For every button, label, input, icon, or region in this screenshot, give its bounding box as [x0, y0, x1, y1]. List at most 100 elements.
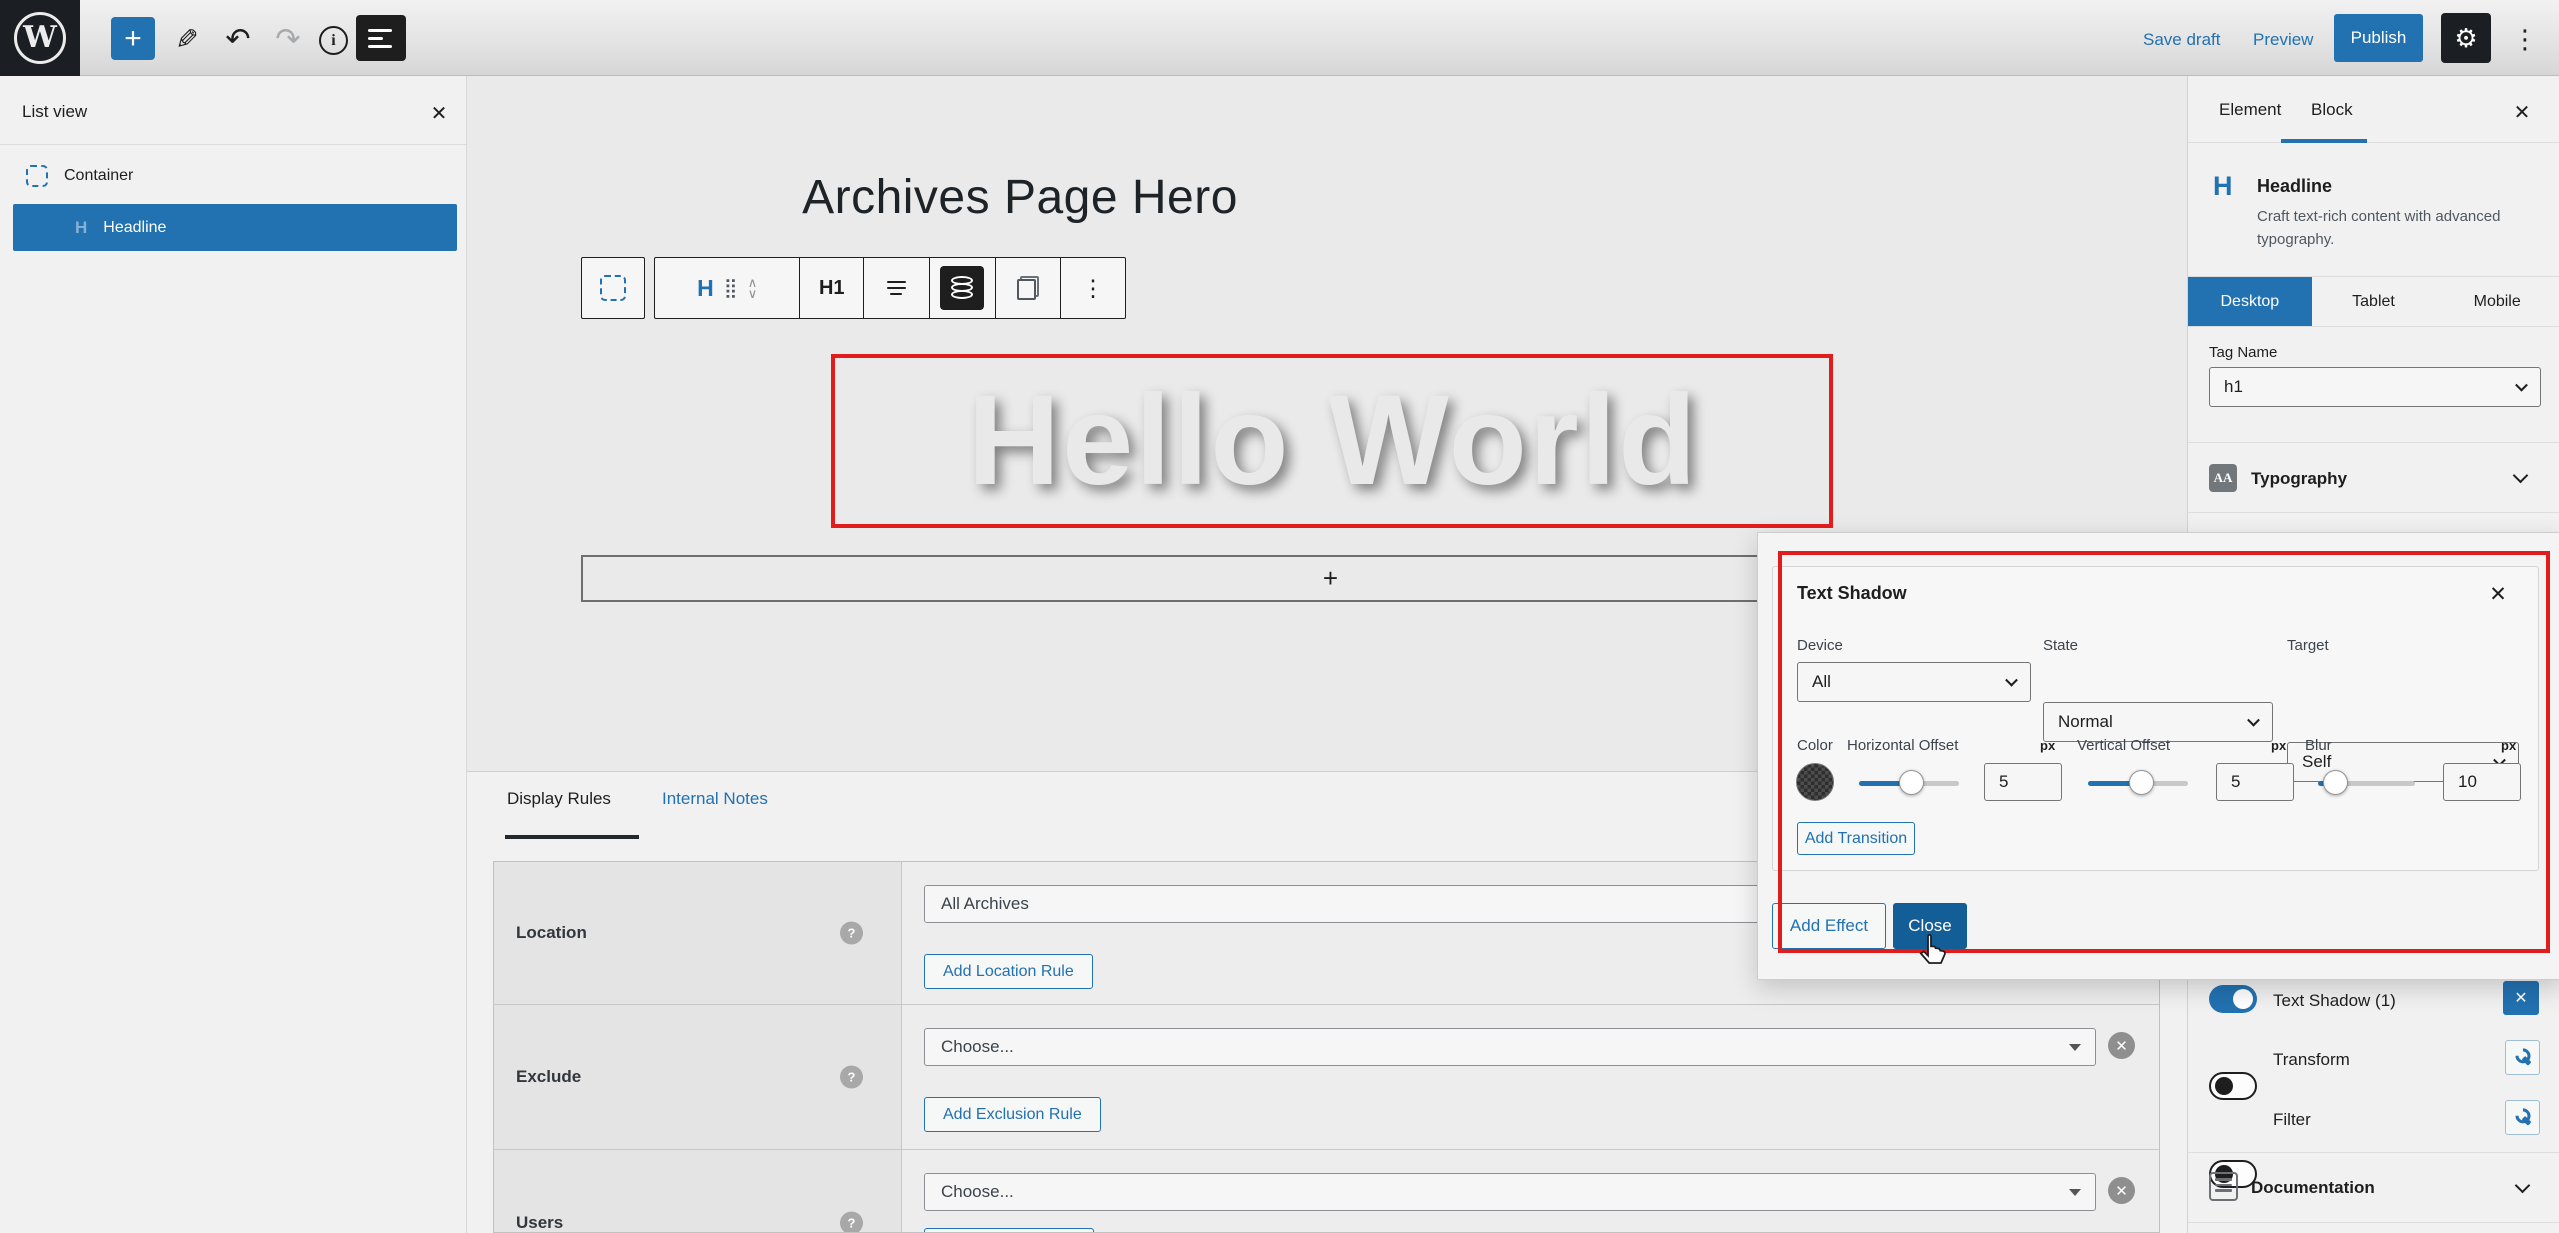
help-icon[interactable]: ? — [840, 922, 863, 945]
tools-button[interactable]: ✎ — [168, 20, 206, 58]
plus-icon: + — [124, 22, 142, 56]
move-down-icon[interactable]: ∨ — [748, 288, 758, 299]
list-view-item-headline-selected[interactable]: H Headline — [13, 204, 457, 251]
wordpress-logo-button[interactable]: W — [0, 0, 80, 76]
typography-label: Typography — [2251, 469, 2347, 489]
device-tabs: Desktop Tablet Mobile — [2188, 277, 2559, 327]
transform-effect-label: Transform — [2273, 1050, 2350, 1070]
wordpress-logo-icon: W — [14, 12, 66, 64]
slider-thumb[interactable] — [2323, 770, 2348, 795]
list-view-close-button[interactable]: ✕ — [424, 98, 454, 128]
state-select[interactable]: Normal — [2043, 702, 2273, 742]
tab-tablet[interactable]: Tablet — [2312, 277, 2436, 326]
filter-effect-label: Filter — [2273, 1110, 2311, 1130]
slider-thumb[interactable] — [2129, 770, 2154, 795]
list-view-header: List view ✕ — [0, 76, 466, 145]
publish-button[interactable]: Publish — [2334, 14, 2423, 62]
exclude-rule-row: Exclude ? Choose... ✕ Add Exclusion Rule — [494, 1005, 2159, 1150]
remove-text-shadow-button[interactable]: ✕ — [2503, 981, 2539, 1015]
device-label: Device — [1797, 637, 1843, 654]
clear-selection-icon[interactable]: ✕ — [2108, 1177, 2135, 1204]
block-title: Headline — [2257, 176, 2332, 197]
info-icon: i — [331, 32, 335, 50]
settings-button[interactable]: ⚙ — [2441, 13, 2491, 63]
editor-top-bar: W + ✎ ↶ ↷ i Save draft Preview Publish ⚙… — [0, 0, 2559, 76]
add-transition-button[interactable]: Add Transition — [1797, 822, 1915, 855]
help-icon[interactable]: ? — [840, 1211, 863, 1233]
details-button[interactable]: i — [319, 26, 348, 55]
device-select[interactable]: All — [1797, 662, 2031, 702]
horizontal-offset-input[interactable] — [1984, 763, 2062, 801]
sidebar-close-button[interactable]: ✕ — [2506, 96, 2538, 128]
blur-input[interactable] — [2443, 763, 2521, 801]
tab-desktop[interactable]: Desktop — [2188, 277, 2312, 326]
vertical-offset-slider[interactable] — [2088, 770, 2188, 796]
redo-button[interactable]: ↷ — [270, 21, 306, 57]
vertical-offset-input[interactable] — [2216, 763, 2294, 801]
blur-slider[interactable] — [2318, 770, 2415, 796]
popup-close-button[interactable]: ✕ — [2483, 579, 2513, 609]
block-switcher-drag-movers[interactable]: H ⣿ ∧∨ — [655, 258, 800, 318]
block-mover[interactable]: ∧∨ — [748, 277, 758, 299]
exclude-select[interactable]: Choose... — [924, 1028, 2096, 1066]
add-exclusion-rule-button[interactable]: Add Exclusion Rule — [924, 1097, 1101, 1132]
gear-icon: ⚙ — [2454, 23, 2477, 54]
tab-internal-notes[interactable]: Internal Notes — [662, 789, 768, 809]
dynamic-data-button[interactable] — [930, 258, 996, 318]
select-parent-block-button[interactable] — [581, 257, 645, 319]
slider-thumb[interactable] — [1899, 770, 1924, 795]
kebab-icon: ⋮ — [2512, 24, 2538, 55]
block-options-button[interactable]: ⋮ — [1061, 258, 1125, 318]
tab-element[interactable]: Element — [2219, 100, 2281, 120]
close-icon: ✕ — [2514, 988, 2527, 1008]
target-label: Target — [2287, 637, 2329, 654]
headline-block-text[interactable]: Hello World — [833, 352, 1833, 528]
documentation-icon — [2209, 1172, 2238, 1201]
tab-mobile[interactable]: Mobile — [2435, 277, 2559, 326]
users-rule-row: Users ? Choose... ✕ — [494, 1150, 2159, 1233]
close-icon: ✕ — [2514, 100, 2531, 125]
text-shadow-popup: Text Shadow ✕ Device All State Normal Ta… — [1757, 532, 2559, 980]
vertical-offset-label: Vertical Offset — [2077, 737, 2170, 754]
preview-button[interactable]: Preview — [2253, 30, 2313, 50]
pencil-icon: ✎ — [175, 23, 198, 56]
drag-handle-icon[interactable]: ⣿ — [724, 277, 738, 300]
heading-level-button[interactable]: H1 — [800, 258, 864, 318]
transform-settings-button[interactable] — [2505, 1040, 2540, 1075]
documentation-section-toggle[interactable] — [2209, 1172, 2238, 1201]
transform-toggle[interactable] — [2209, 1072, 2257, 1100]
redo-icon: ↷ — [275, 22, 300, 57]
headline-block-icon: H — [75, 218, 87, 238]
tab-display-rules[interactable]: Display Rules — [507, 789, 611, 809]
text-shadow-effect-card: Text Shadow ✕ Device All State Normal Ta… — [1772, 566, 2539, 871]
clear-selection-icon[interactable]: ✕ — [2108, 1032, 2135, 1059]
save-draft-button[interactable]: Save draft — [2143, 30, 2221, 50]
add-user-rule-button-clipped[interactable] — [924, 1228, 1094, 1233]
tag-name-select[interactable]: h1 — [2209, 367, 2541, 407]
filter-settings-button[interactable] — [2505, 1100, 2540, 1135]
add-location-rule-button[interactable]: Add Location Rule — [924, 954, 1093, 989]
duplicate-button[interactable] — [996, 258, 1062, 318]
list-view-item-container[interactable]: Container — [0, 152, 467, 200]
tab-block[interactable]: Block — [2311, 100, 2353, 120]
list-view-toggle-button[interactable] — [356, 15, 406, 61]
active-tab-underline — [505, 835, 639, 839]
alignment-button[interactable] — [864, 258, 930, 318]
horizontal-offset-slider[interactable] — [1859, 770, 1959, 796]
post-title[interactable]: Archives Page Hero — [720, 170, 1320, 225]
block-inserter-button[interactable]: + — [111, 17, 155, 60]
list-view-icon — [368, 29, 392, 32]
text-shadow-toggle[interactable] — [2209, 985, 2257, 1013]
undo-button[interactable]: ↶ — [220, 21, 256, 57]
dropdown-caret-icon — [2069, 1044, 2081, 1051]
users-select[interactable]: Choose... — [924, 1173, 2096, 1211]
help-icon[interactable]: ? — [840, 1066, 863, 1089]
close-button[interactable]: Close — [1893, 903, 1967, 949]
shadow-color-swatch[interactable] — [1796, 763, 1834, 801]
add-effect-button[interactable]: Add Effect — [1772, 903, 1886, 949]
options-menu-button[interactable]: ⋮ — [2505, 22, 2545, 56]
list-item-label: Container — [64, 167, 133, 185]
list-item-label: Headline — [103, 219, 166, 237]
typography-section-toggle[interactable]: AA Typography — [2188, 443, 2559, 513]
chevron-down-icon — [2513, 468, 2529, 484]
